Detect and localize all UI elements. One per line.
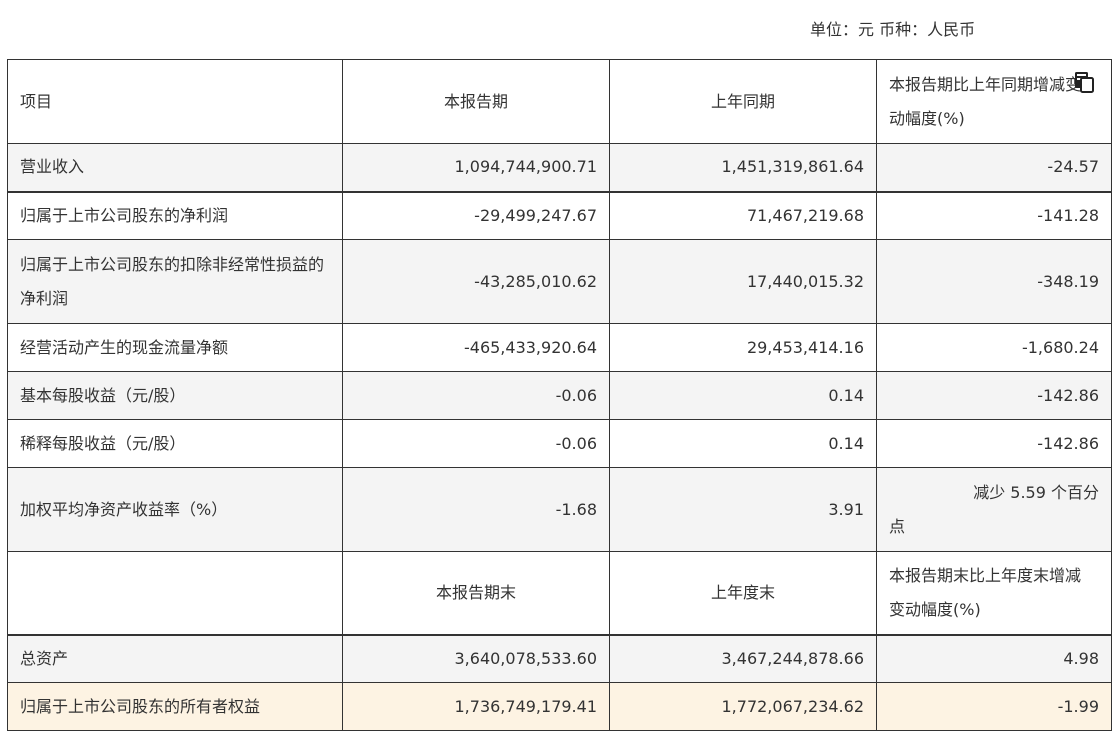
row-change: -1.99 (876, 682, 1112, 731)
row-item: 总资产 (7, 634, 343, 683)
row-change-line1: 减少 5.59 个百分 (973, 482, 1099, 502)
row-change: -1,680.24 (876, 323, 1112, 372)
table-header-row: 项目 本报告期 上年同期 本报告期比上年同期增减变动幅度(%) (7, 59, 1112, 144)
table-row: 归属于上市公司股东的净利润 -29,499,247.67 71,467,219.… (7, 191, 1112, 240)
row-change-line2: 点 (889, 516, 906, 536)
subheader-prior: 上年度末 (609, 551, 877, 636)
row-change: -141.28 (876, 191, 1112, 240)
row-current: -29,499,247.67 (342, 191, 610, 240)
row-prior: 3.91 (609, 467, 877, 552)
row-item: 基本每股收益（元/股） (7, 371, 343, 420)
table-row: 总资产 3,640,078,533.60 3,467,244,878.66 4.… (7, 634, 1112, 683)
row-current: 1,094,744,900.71 (342, 143, 610, 193)
subheader-current: 本报告期末 (342, 551, 610, 636)
row-prior: 71,467,219.68 (609, 191, 877, 240)
unit-currency-label: 单位：元 币种：人民币 (810, 20, 976, 39)
header-change-text: 本报告期比上年同期增减变动幅度(%) (889, 74, 1082, 128)
table-row-highlighted: 归属于上市公司股东的所有者权益 1,736,749,179.41 1,772,0… (7, 682, 1112, 731)
subheader-change-line2: 变动幅度(%) (889, 599, 981, 619)
row-current: 1,736,749,179.41 (342, 682, 610, 731)
table-row: 营业收入 1,094,744,900.71 1,451,319,861.64 -… (7, 143, 1112, 193)
row-change: -142.86 (876, 371, 1112, 420)
header-prior: 上年同期 (609, 59, 877, 144)
row-item-text: 归属于上市公司股东的扣除非经常性损益的净利润 (20, 254, 325, 308)
row-item: 加权平均净资产收益率（%） (7, 467, 343, 552)
financial-table: 项目 本报告期 上年同期 本报告期比上年同期增减变动幅度(%) 营业收入 1,0… (7, 59, 1112, 731)
row-current: -1.68 (342, 467, 610, 552)
header-item: 项目 (7, 59, 343, 144)
row-prior: 1,772,067,234.62 (609, 682, 877, 731)
table-row: 经营活动产生的现金流量净额 -465,433,920.64 29,453,414… (7, 323, 1112, 372)
row-prior: 0.14 (609, 419, 877, 468)
row-item: 归属于上市公司股东的所有者权益 (7, 682, 343, 731)
row-prior: 17,440,015.32 (609, 239, 877, 324)
row-prior: 1,451,319,861.64 (609, 143, 877, 193)
subheader-item (7, 551, 343, 636)
table-subheader-row: 本报告期末 上年度末 本报告期末比上年度末增减 变动幅度(%) (7, 551, 1112, 636)
subheader-change: 本报告期末比上年度末增减 变动幅度(%) (876, 551, 1112, 636)
row-change: 4.98 (876, 634, 1112, 683)
row-current: -0.06 (342, 419, 610, 468)
row-change: 减少 5.59 个百分 点 (876, 467, 1112, 552)
row-change: -348.19 (876, 239, 1112, 324)
subheader-change-line1: 本报告期末比上年度末增减 (889, 565, 1082, 585)
table-row: 归属于上市公司股东的扣除非经常性损益的净利润 -43,285,010.62 17… (7, 239, 1112, 324)
row-change: -142.86 (876, 419, 1112, 468)
table-row: 稀释每股收益（元/股） -0.06 0.14 -142.86 (7, 419, 1112, 468)
row-item: 营业收入 (7, 143, 343, 193)
table-row: 加权平均净资产收益率（%） -1.68 3.91 减少 5.59 个百分 点 (7, 467, 1112, 552)
row-current: -43,285,010.62 (342, 239, 610, 324)
row-prior: 0.14 (609, 371, 877, 420)
row-current: 3,640,078,533.60 (342, 634, 610, 683)
header-current: 本报告期 (342, 59, 610, 144)
row-item: 归属于上市公司股东的扣除非经常性损益的净利润 (7, 239, 343, 324)
row-current: -0.06 (342, 371, 610, 420)
row-item: 归属于上市公司股东的净利润 (7, 191, 343, 240)
row-item: 稀释每股收益（元/股） (7, 419, 343, 468)
row-item: 经营活动产生的现金流量净额 (7, 323, 343, 372)
row-prior: 29,453,414.16 (609, 323, 877, 372)
copy-icon[interactable] (1072, 70, 1096, 94)
row-current: -465,433,920.64 (342, 323, 610, 372)
table-row: 基本每股收益（元/股） -0.06 0.14 -142.86 (7, 371, 1112, 420)
row-change: -24.57 (876, 143, 1112, 193)
row-prior: 3,467,244,878.66 (609, 634, 877, 683)
